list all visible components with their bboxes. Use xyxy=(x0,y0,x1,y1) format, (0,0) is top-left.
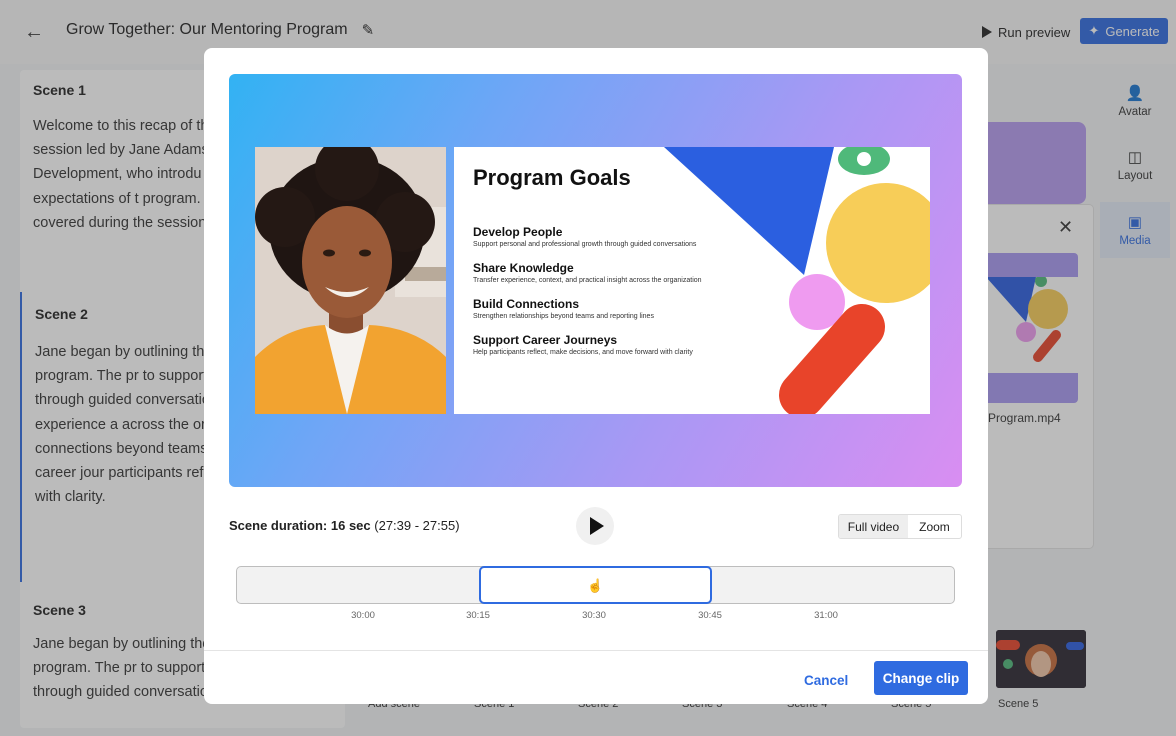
goal-heading: Share Knowledge xyxy=(473,261,574,275)
clip-selection-handle[interactable]: ☝ xyxy=(479,566,712,604)
goal-item: Support Career Journeys Help participant… xyxy=(473,333,693,356)
scene-duration: Scene duration: 16 sec (27:39 - 27:55) xyxy=(229,518,460,533)
goal-item: Develop People Support personal and prof… xyxy=(473,225,696,248)
timeline-tick: 30:30 xyxy=(582,610,606,621)
goal-description: Support personal and professional growth… xyxy=(473,241,697,248)
clip-preview: Program Goals Develop People Support per… xyxy=(229,74,962,487)
timeline-tick: 30:00 xyxy=(351,610,375,621)
zoom-toggle[interactable]: Zoom xyxy=(908,515,961,538)
footer-divider xyxy=(204,650,988,651)
goal-description: Strengthen relationships beyond teams an… xyxy=(473,313,654,320)
grab-hand-icon: ☝ xyxy=(587,578,604,593)
goal-description: Transfer experience, context, and practi… xyxy=(473,277,702,284)
presenter-illustration xyxy=(255,147,446,414)
goal-heading: Build Connections xyxy=(473,297,579,311)
slide-title: Program Goals xyxy=(473,165,631,190)
change-clip-modal: Program Goals Develop People Support per… xyxy=(204,48,988,704)
duration-range: (27:39 - 27:55) xyxy=(374,518,460,533)
goal-heading: Support Career Journeys xyxy=(473,333,618,347)
play-button[interactable] xyxy=(576,507,614,545)
goal-description: Help participants reflect, make decision… xyxy=(473,349,693,356)
timeline-tick: 30:15 xyxy=(466,610,490,621)
timeline-tick: 30:45 xyxy=(698,610,722,621)
timeline-tick: 31:00 xyxy=(814,610,838,621)
duration-label: Scene duration: xyxy=(229,518,328,533)
cancel-button[interactable]: Cancel xyxy=(804,668,848,692)
presenter-video xyxy=(255,147,446,414)
view-toggle: Full video Zoom xyxy=(838,514,962,539)
play-icon xyxy=(589,517,604,535)
duration-value: 16 sec xyxy=(330,518,371,533)
change-clip-button[interactable]: Change clip xyxy=(874,661,968,695)
program-goals-slide: Program Goals Develop People Support per… xyxy=(454,147,930,414)
goal-item: Build Connections Strengthen relationshi… xyxy=(473,297,654,320)
goal-item: Share Knowledge Transfer experience, con… xyxy=(473,261,702,284)
full-video-toggle[interactable]: Full video xyxy=(839,515,908,538)
goal-heading: Develop People xyxy=(473,225,563,239)
